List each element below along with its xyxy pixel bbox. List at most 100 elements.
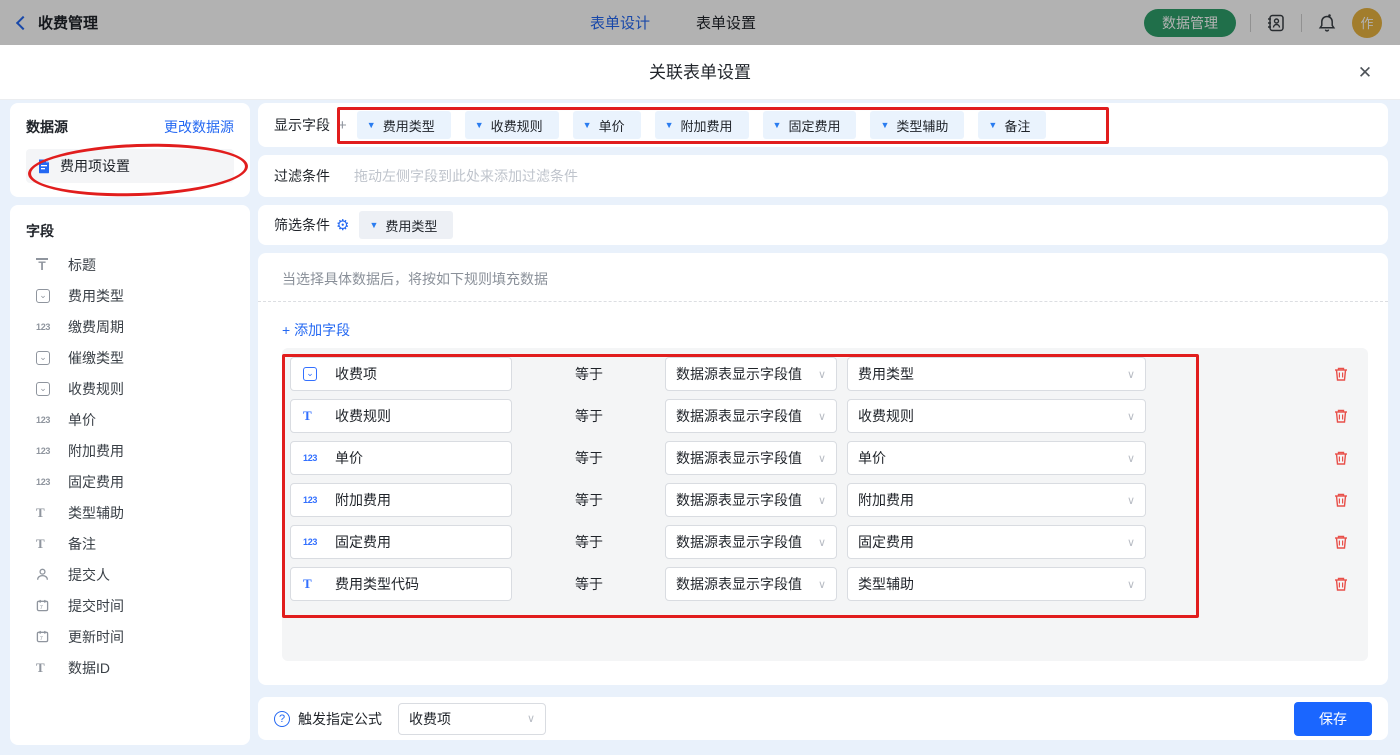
close-icon[interactable]: ✕ <box>1354 62 1376 84</box>
rule-source-dropdown[interactable]: 数据源表显示字段值∨ <box>665 399 837 433</box>
field-item-title[interactable]: T 标题 <box>26 249 234 280</box>
field-item[interactable]: 提交人 <box>26 559 234 590</box>
rule-source-dropdown[interactable]: 数据源表显示字段值 ∨ <box>665 525 837 559</box>
field-item[interactable]: T 类型辅助 <box>26 497 234 528</box>
field-item[interactable]: 7 提交时间 <box>26 590 234 621</box>
field-item[interactable]: 7 更新时间 <box>26 621 234 652</box>
text-icon: T <box>36 505 58 521</box>
notification-bell-icon[interactable] <box>1316 12 1338 34</box>
text-icon: T <box>36 536 58 552</box>
rule-value-dropdown[interactable]: 收费规则∨ <box>847 399 1146 433</box>
rule-value-dropdown[interactable]: 单价∨ <box>847 441 1146 475</box>
chevron-down-icon: ∨ <box>1127 452 1135 465</box>
rule-source-dropdown[interactable]: 数据源表显示字段值∨ <box>665 441 837 475</box>
chevron-down-icon: ∨ <box>1127 494 1135 507</box>
field-item[interactable]: ⌄ 费用类型 <box>26 280 234 311</box>
svg-text:7: 7 <box>40 636 43 642</box>
gear-icon[interactable]: ⚙ <box>336 216 349 234</box>
field-tag[interactable]: ▼单价 <box>573 111 641 139</box>
select-icon: ⌄ <box>36 382 58 396</box>
number-icon: 123 <box>36 477 58 487</box>
tab-form-design[interactable]: 表单设计 <box>590 12 650 33</box>
footer-bar: ? 触发指定公式 收费项 ∨ 保存 <box>258 697 1388 740</box>
trash-icon[interactable] <box>1333 492 1349 508</box>
dropdown-value: 数据源表显示字段值 <box>676 532 802 552</box>
caret-down-icon: ▼ <box>475 120 484 130</box>
rule-value-dropdown[interactable]: 费用类型∨ <box>847 357 1146 391</box>
filter-dropzone[interactable]: 拖动左侧字段到此处来添加过滤条件 <box>354 166 578 186</box>
dropdown-value: 数据源表显示字段值 <box>676 364 802 384</box>
data-manage-button[interactable]: 数据管理 <box>1144 9 1236 37</box>
rule-field-select[interactable]: 123 单价 <box>290 441 512 475</box>
rule-field-select[interactable]: 123 附加费用 <box>290 483 512 517</box>
field-tag[interactable]: ▼类型辅助 <box>870 111 964 139</box>
fields-card: 字段 T 标题 ⌄ 费用类型 123 缴费周期 ⌄ 催缴类型 ⌄ 收费规则 12… <box>10 205 250 745</box>
help-icon[interactable]: ? <box>274 711 290 727</box>
trash-icon[interactable] <box>1333 450 1349 466</box>
rule-field-select[interactable]: 123 固定费用 <box>290 525 512 559</box>
trash-icon[interactable] <box>1333 408 1349 424</box>
add-field-link[interactable]: + 添加字段 <box>258 302 374 354</box>
tab-form-settings[interactable]: 表单设置 <box>696 12 756 33</box>
add-display-field-button[interactable]: + <box>338 117 347 134</box>
display-fields-card: 显示字段 + ▼费用类型 ▼收费规则 ▼单价 ▼附加费用 ▼固定费用 ▼类型辅助… <box>258 103 1388 147</box>
dropdown-value: 类型辅助 <box>858 574 914 594</box>
field-item[interactable]: 123 缴费周期 <box>26 311 234 342</box>
chevron-down-icon: ∨ <box>1127 368 1135 381</box>
trash-icon[interactable] <box>1333 366 1349 382</box>
trash-icon[interactable] <box>1333 576 1349 592</box>
back-chevron-icon[interactable] <box>16 15 30 29</box>
field-item[interactable]: T 数据ID <box>26 652 234 683</box>
formula-select[interactable]: 收费项 ∨ <box>398 703 546 735</box>
rule-field-select[interactable]: ⌄ 收费项 <box>290 357 512 391</box>
chevron-down-icon: ∨ <box>818 536 826 549</box>
chevron-down-icon: ∨ <box>818 494 826 507</box>
change-datasource-link[interactable]: 更改数据源 <box>164 117 234 137</box>
save-button[interactable]: 保存 <box>1294 702 1372 736</box>
rule-row: T 收费规则 等于 数据源表显示字段值∨ 收费规则∨ <box>282 399 1368 433</box>
field-item[interactable]: 123 单价 <box>26 404 234 435</box>
field-label: 费用类型 <box>68 286 124 306</box>
field-tag[interactable]: ▼费用类型 <box>357 111 451 139</box>
field-label: 类型辅助 <box>68 503 124 523</box>
approval-book-icon[interactable] <box>1265 12 1287 34</box>
field-tag[interactable]: ▼附加费用 <box>655 111 749 139</box>
rule-value-dropdown[interactable]: 固定费用∨ <box>847 525 1146 559</box>
chevron-down-icon: ∨ <box>818 452 826 465</box>
modal-header: 关联表单设置 ✕ <box>0 45 1400 100</box>
field-label: 数据ID <box>68 658 110 678</box>
modal-title: 关联表单设置 <box>0 45 1400 100</box>
field-label: 备注 <box>68 534 96 554</box>
field-item[interactable]: ⌄ 催缴类型 <box>26 342 234 373</box>
rule-source-dropdown[interactable]: 数据源表显示字段值∨ <box>665 357 837 391</box>
number-icon: 123 <box>36 322 58 332</box>
rule-field-select[interactable]: T 费用类型代码 <box>290 567 512 601</box>
user-avatar[interactable]: 作 <box>1352 8 1382 38</box>
svg-text:7: 7 <box>40 605 43 611</box>
rule-value-dropdown[interactable]: 类型辅助∨ <box>847 567 1146 601</box>
rule-source-dropdown[interactable]: 数据源表显示字段值∨ <box>665 567 837 601</box>
screen-filter-tag[interactable]: ▼费用类型 <box>359 211 453 239</box>
number-icon: 123 <box>303 495 325 505</box>
field-label: 催缴类型 <box>68 348 124 368</box>
field-item[interactable]: ⌄ 收费规则 <box>26 373 234 404</box>
chevron-down-icon: ∨ <box>1127 536 1135 549</box>
datasource-item[interactable]: 费用项设置 <box>26 149 234 183</box>
field-item[interactable]: 123 附加费用 <box>26 435 234 466</box>
field-tag[interactable]: ▼收费规则 <box>465 111 559 139</box>
number-icon: 123 <box>303 453 325 463</box>
trash-icon[interactable] <box>1333 534 1349 550</box>
field-tag[interactable]: ▼固定费用 <box>763 111 857 139</box>
field-item[interactable]: 123 固定费用 <box>26 466 234 497</box>
rule-field-select[interactable]: T 收费规则 <box>290 399 512 433</box>
topbar-tabs: 表单设计 表单设置 <box>590 12 756 33</box>
rule-value-dropdown[interactable]: 附加费用∨ <box>847 483 1146 517</box>
app-title[interactable]: 收费管理 <box>38 12 98 33</box>
user-icon <box>36 568 58 581</box>
field-label: 单价 <box>68 410 96 430</box>
calendar-icon: 7 <box>36 599 58 612</box>
field-item[interactable]: T 备注 <box>26 528 234 559</box>
rule-row: ⌄ 收费项 等于 数据源表显示字段值∨ 费用类型∨ <box>282 357 1368 391</box>
field-tag[interactable]: ▼备注 <box>978 111 1046 139</box>
rule-source-dropdown[interactable]: 数据源表显示字段值∨ <box>665 483 837 517</box>
